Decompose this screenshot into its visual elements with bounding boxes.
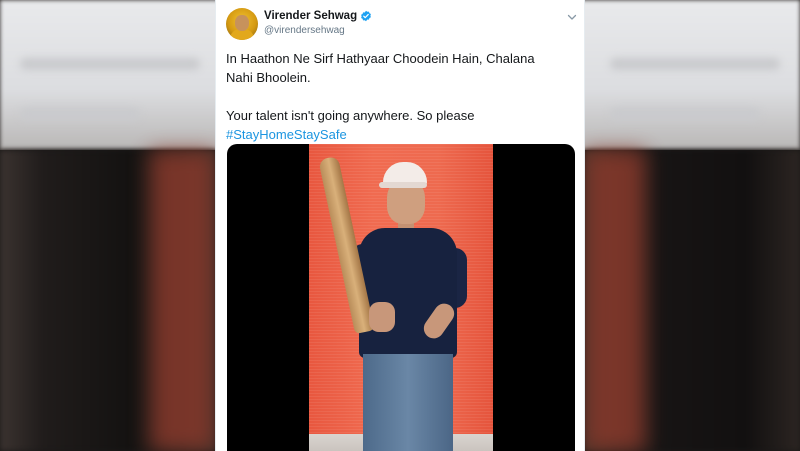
video-person — [318, 155, 477, 451]
tweet-text-line: In Haathon Ne Sirf Hathyaar Choodein Hai… — [226, 51, 535, 66]
display-name[interactable]: Virender Sehwag — [264, 10, 357, 22]
tweet-card: Virender Sehwag @virendersehwag In Haath… — [215, 0, 585, 451]
person-torso — [359, 228, 457, 358]
avatar-face — [235, 15, 249, 31]
video-player[interactable] — [227, 144, 575, 451]
background-red-glow-left — [150, 150, 215, 451]
avatar[interactable] — [226, 8, 258, 40]
background-red-glow-right — [585, 150, 645, 451]
tweet-text: In Haathon Ne Sirf Hathyaar Choodein Hai… — [226, 49, 576, 144]
tweet-text-spacer — [226, 87, 576, 106]
chevron-down-icon[interactable] — [566, 11, 578, 23]
tweet-text-line: Your talent isn't going anywhere. So ple… — [226, 108, 475, 123]
hashtag-link[interactable]: #StayHomeStaySafe — [226, 125, 576, 144]
background-blur-line — [20, 108, 140, 120]
background-blur-line — [610, 58, 780, 70]
tweet-text-line: Nahi Bhoolein. — [226, 70, 311, 85]
user-handle[interactable]: @virendersehwag — [264, 25, 345, 36]
person-cap-brim — [379, 182, 427, 188]
person-hand — [369, 302, 395, 332]
background-blur-line — [20, 58, 200, 70]
tweet-header: Virender Sehwag @virendersehwag — [226, 8, 578, 42]
verified-badge-icon — [361, 10, 372, 22]
person-jeans — [363, 354, 453, 451]
background-blur-line — [610, 108, 760, 120]
name-row: Virender Sehwag — [264, 10, 372, 22]
